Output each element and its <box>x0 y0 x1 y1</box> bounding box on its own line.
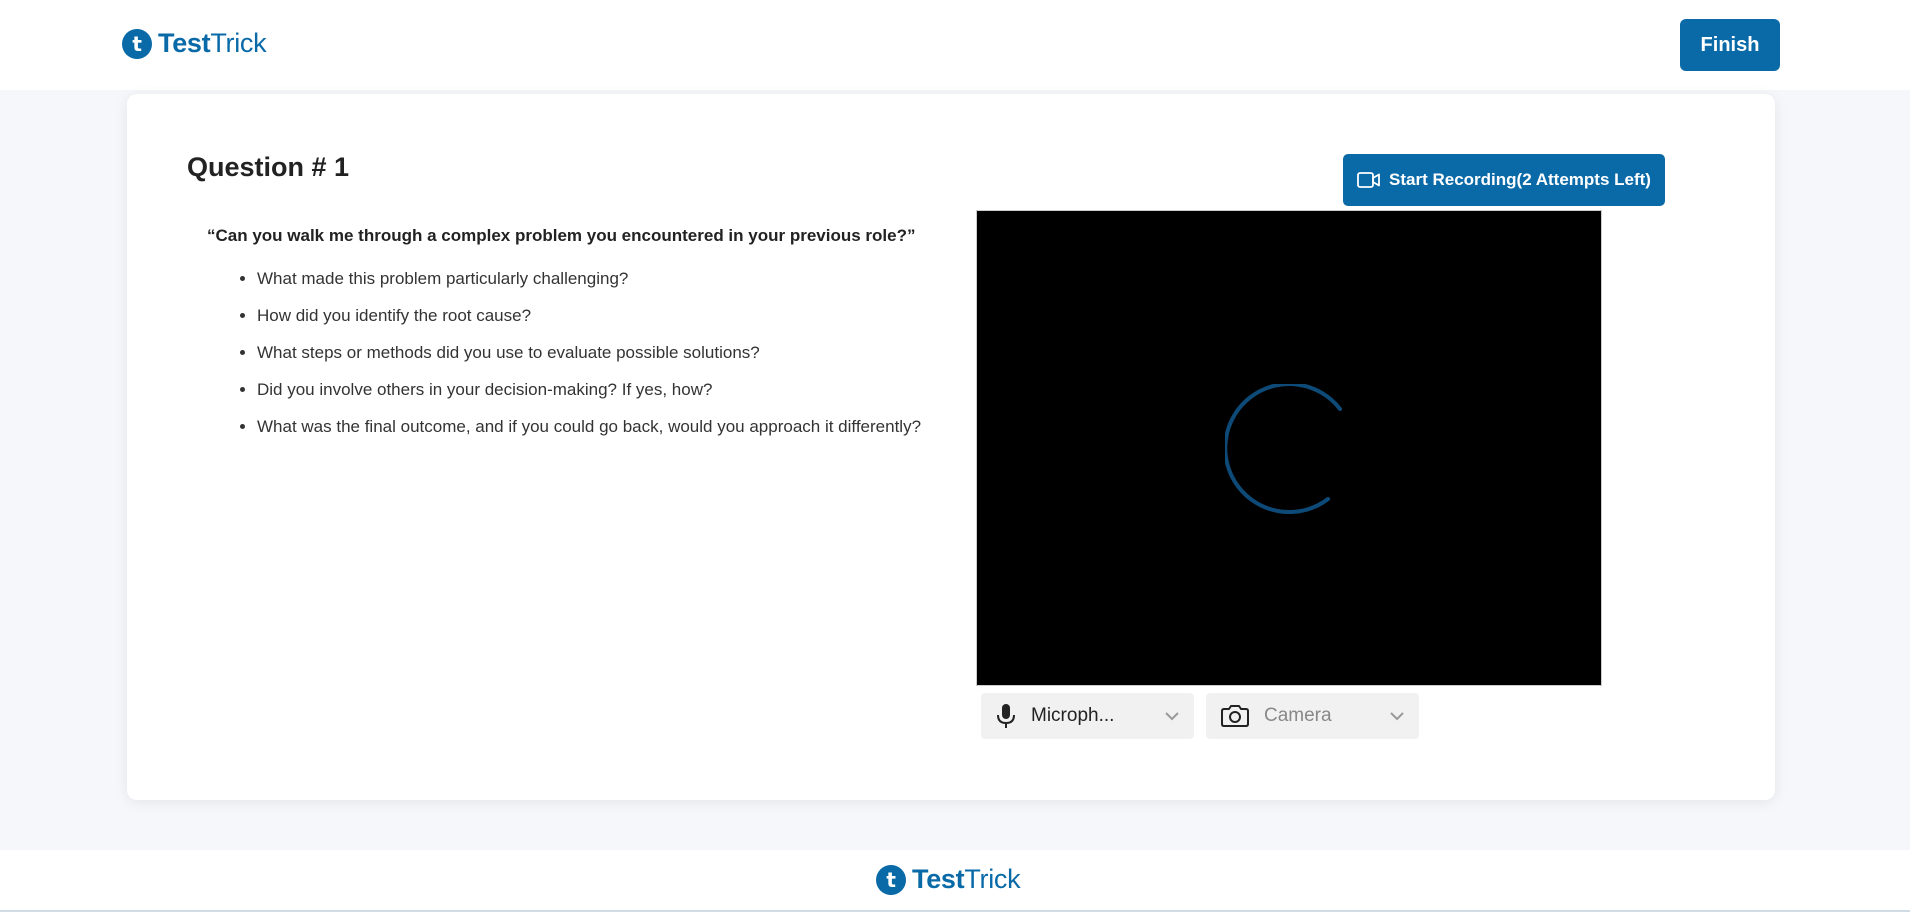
question-point: Did you involve others in your decision-… <box>257 377 957 402</box>
question-points-list: What made this problem particularly chal… <box>257 266 957 451</box>
question-title: Question # 1 <box>187 152 350 182</box>
video-camera-icon <box>1357 172 1380 188</box>
logo-text-test: Test <box>158 28 211 58</box>
logo-mark-icon: t <box>122 28 152 59</box>
microphone-icon <box>997 704 1015 728</box>
chevron-down-icon <box>1165 712 1179 721</box>
question-point: What made this problem particularly chal… <box>257 266 957 291</box>
camera-value: Camera <box>1264 705 1332 726</box>
footer: t TestTrick <box>0 850 1910 912</box>
start-recording-button[interactable]: Start Recording(2 Attempts Left) <box>1343 154 1665 206</box>
question-card: Question # 1 “Can you walk me through a … <box>127 94 1775 800</box>
spinner-icon <box>1225 384 1342 514</box>
video-preview <box>976 210 1602 686</box>
camera-icon <box>1221 705 1249 727</box>
question-point: How did you identify the root cause? <box>257 303 957 328</box>
camera-select[interactable]: Camera <box>1206 693 1419 739</box>
microphone-select[interactable]: Microph... <box>981 693 1194 739</box>
testtrick-logo[interactable]: t TestTrick <box>122 28 267 59</box>
question-point: What was the final outcome, and if you c… <box>257 414 957 439</box>
question-point: What steps or methods did you use to eva… <box>257 340 957 365</box>
logo-text-test: Test <box>912 864 965 894</box>
question-prompt: “Can you walk me through a complex probl… <box>207 226 916 245</box>
logo-text-trick: Trick <box>210 28 267 58</box>
finish-button[interactable]: Finish <box>1680 19 1780 71</box>
chevron-down-icon <box>1390 712 1404 721</box>
logo-mark-icon: t <box>876 864 906 895</box>
microphone-value: Microph... <box>1031 705 1115 726</box>
top-header: t TestTrick Finish <box>0 0 1910 90</box>
logo-text-trick: Trick <box>964 864 1021 894</box>
footer-logo[interactable]: t TestTrick <box>876 864 1021 895</box>
start-recording-label: Start Recording(2 Attempts Left) <box>1389 170 1651 189</box>
